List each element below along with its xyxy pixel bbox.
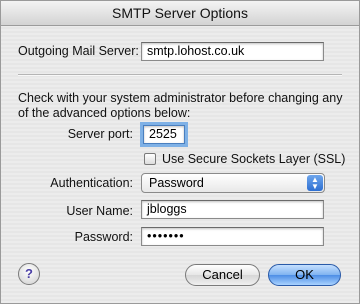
section-divider [18,74,342,76]
smtp-options-dialog: SMTP Server Options Outgoing Mail Server… [0,0,360,304]
server-port-input[interactable]: 2525 [143,125,185,144]
help-button[interactable]: ? [18,263,40,285]
chevron-updown-icon: ▲ ▼ [307,175,323,191]
help-icon: ? [25,266,33,281]
server-port-label: Server port: [67,127,133,141]
outgoing-server-label: Outgoing Mail Server: [18,44,139,58]
ok-button[interactable]: OK [268,264,341,286]
advanced-options-notice: Check with your system administrator bef… [18,91,343,120]
ssl-checkbox-label[interactable]: Use Secure Sockets Layer (SSL) [162,152,345,166]
password-input[interactable]: ••••••• [141,227,324,246]
cancel-button[interactable]: Cancel [185,264,260,286]
authentication-label: Authentication: [50,176,133,190]
outgoing-server-input[interactable]: smtp.lohost.co.uk [141,42,324,61]
title-bar: SMTP Server Options [1,1,359,26]
ssl-checkbox[interactable] [144,153,156,165]
authentication-popup[interactable]: Password ▲ ▼ [141,173,325,193]
user-name-label: User Name: [66,204,133,218]
password-label: Password: [74,230,133,244]
user-name-input[interactable]: jbloggs [141,200,324,219]
authentication-selected-value: Password [149,176,204,190]
window-title: SMTP Server Options [112,5,248,21]
